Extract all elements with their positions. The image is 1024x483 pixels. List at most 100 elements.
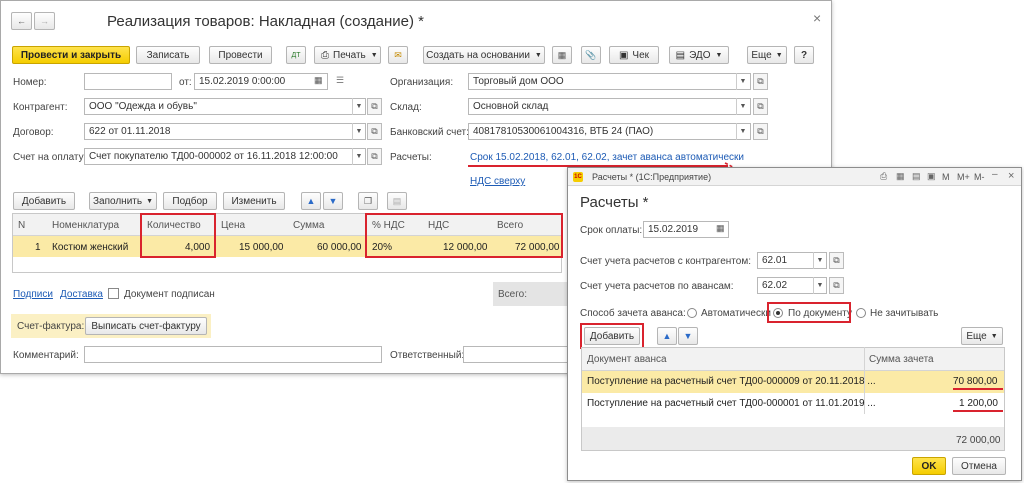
comment-label: Комментарий: — [13, 350, 79, 361]
settlements-label: Расчеты: — [390, 152, 432, 163]
change-button[interactable]: Изменить — [223, 192, 285, 210]
calendar-icon[interactable]: ▦ — [716, 223, 725, 234]
col-n: N — [18, 220, 26, 231]
by-document-highlight — [767, 302, 851, 323]
copy-icon[interactable]: ❐ — [358, 192, 378, 210]
chevron-down-icon: ▼ — [775, 51, 783, 59]
fill-button[interactable]: Заполнить ▼ — [89, 192, 157, 210]
post-button[interactable]: Провести — [209, 46, 272, 64]
cell-price: 15 000,00 — [239, 242, 284, 253]
forward-arrow-icon[interactable]: → — [34, 12, 55, 30]
more-button[interactable]: Еще ▼ — [747, 46, 787, 64]
create-based-on-button[interactable]: Создать на основании ▼ — [423, 46, 545, 64]
contract-field[interactable]: 622 от 01.11.2018 — [84, 123, 366, 140]
signatures-link[interactable]: Подписи — [13, 288, 53, 301]
issue-invoice-button[interactable]: Выписать счет-фактуру — [85, 317, 207, 335]
table-icon[interactable]: ▦ — [896, 171, 905, 182]
vat-link[interactable]: НДС сверху — [470, 175, 525, 188]
cancel-button[interactable]: Отмена — [952, 457, 1006, 475]
settlements-link[interactable]: Срок 15.02.2018, 62.01, 62.02, зачет ава… — [470, 151, 744, 164]
save-button[interactable]: Записать — [136, 46, 200, 64]
close-icon[interactable]: × — [1008, 170, 1014, 182]
date-field[interactable]: 15.02.2019 0:00:00 — [194, 73, 328, 90]
memory-m-button[interactable]: M — [942, 172, 950, 182]
paste-icon[interactable]: ▤ — [387, 192, 407, 210]
chevron-down-icon[interactable]: ▼ — [736, 123, 749, 140]
cell-doc-2: Поступление на расчетный счет ТД00-00000… — [587, 398, 876, 409]
dialog-more-button[interactable]: Еще ▼ — [961, 327, 1003, 345]
cell-sum-1: 70 800,00 — [953, 376, 998, 387]
col-advance-doc: Документ аванса — [587, 354, 667, 365]
ok-button[interactable]: OK — [912, 457, 946, 475]
open-icon[interactable]: ⧉ — [753, 73, 768, 90]
move-up-icon[interactable]: ▲ — [657, 327, 677, 345]
memory-mminus-button[interactable]: M- — [974, 172, 985, 182]
doc-signed-checkbox[interactable] — [108, 288, 119, 299]
open-icon[interactable]: ⧉ — [753, 98, 768, 115]
cell-n: 1 — [35, 242, 41, 253]
chevron-down-icon[interactable]: ▼ — [736, 98, 749, 115]
page-title: Реализация товаров: Накладная (создание)… — [107, 13, 424, 30]
calendar-icon[interactable]: ▦ — [314, 75, 323, 86]
back-arrow-icon[interactable]: ← — [11, 12, 32, 30]
calendar-icon[interactable]: ▤ — [912, 171, 921, 182]
move-up-icon[interactable]: ▲ — [301, 192, 321, 210]
chevron-down-icon[interactable]: ▼ — [736, 73, 749, 90]
print-icon[interactable]: ⎙ — [880, 171, 887, 182]
calculator-icon[interactable]: ▣ — [927, 171, 936, 182]
comment-field[interactable] — [84, 346, 382, 363]
paperclip-icon[interactable]: 📎 — [581, 46, 601, 64]
warehouse-label: Склад: — [390, 102, 422, 113]
open-icon[interactable]: ⧉ — [367, 148, 382, 165]
doc-signed-label: Документ подписан — [124, 289, 215, 300]
receipt-button[interactable]: ▣ Чек — [609, 46, 659, 64]
dt-kt-icon[interactable]: ДТ — [286, 46, 306, 64]
radio-no-offset[interactable] — [856, 308, 866, 318]
add-row-button[interactable]: Добавить — [13, 192, 75, 210]
radio-automatic-label: Автоматически — [701, 308, 771, 319]
chevron-down-icon[interactable]: ▼ — [352, 98, 365, 115]
bank-account-field[interactable]: 40817810530061004316, ВТБ 24 (ПАО) — [468, 123, 751, 140]
open-icon[interactable]: ⧉ — [367, 123, 382, 140]
responsible-field[interactable] — [463, 346, 569, 363]
dialog-window-title: Расчеты * (1С:Предприятие) — [592, 172, 712, 182]
edo-icon: ▤ — [675, 49, 686, 61]
chevron-down-icon[interactable]: ▼ — [352, 148, 365, 165]
open-icon[interactable]: ⧉ — [753, 123, 768, 140]
counterparty-field[interactable]: ООО "Одежда и обувь" — [84, 98, 366, 115]
post-and-close-button[interactable]: Провести и закрыть — [12, 46, 130, 64]
invoice-field[interactable]: Счет покупателю ТД00-000002 от 16.11.201… — [84, 148, 366, 165]
counterparty-label: Контрагент: — [13, 102, 68, 113]
help-button[interactable]: ? — [794, 46, 814, 64]
settlements-dialog: 1С Расчеты * (1С:Предприятие) ⎙ ▦ ▤ ▣ M … — [567, 167, 1022, 481]
move-down-icon[interactable]: ▼ — [323, 192, 343, 210]
delivery-link[interactable]: Доставка — [60, 288, 103, 301]
open-icon[interactable]: ⧉ — [829, 252, 844, 269]
counterparty-account-label: Счет учета расчетов с контрагентом: — [580, 256, 751, 267]
structure-icon[interactable]: ▦ — [552, 46, 572, 64]
print-button[interactable]: ⎙ Печать ▼ — [314, 46, 381, 64]
chevron-down-icon[interactable]: ▼ — [813, 252, 826, 269]
table-footer — [582, 427, 1004, 450]
memory-mplus-button[interactable]: M+ — [957, 172, 970, 182]
move-down-icon[interactable]: ▼ — [678, 327, 698, 345]
radio-automatic[interactable] — [687, 308, 697, 318]
close-icon[interactable]: × — [813, 10, 821, 26]
cell-sum-2: 1 200,00 — [959, 398, 998, 409]
edo-button[interactable]: ▤ ЭДО ▼ — [669, 46, 729, 64]
chevron-down-icon[interactable]: ▼ — [813, 277, 826, 294]
open-icon[interactable]: ⧉ — [829, 277, 844, 294]
organization-field[interactable]: Торговый дом ООО — [468, 73, 751, 90]
minimize-icon[interactable]: – — [992, 169, 998, 180]
number-field[interactable] — [84, 73, 172, 90]
envelope-icon[interactable]: ✉ — [388, 46, 408, 64]
responsible-label: Ответственный: — [390, 350, 465, 361]
select-button[interactable]: Подбор — [163, 192, 217, 210]
printer-icon: ⎙ — [321, 49, 329, 61]
organization-label: Организация: — [390, 77, 454, 88]
history-icon[interactable]: ☰ — [336, 75, 344, 86]
sum-2-underline — [953, 410, 1003, 412]
warehouse-field[interactable]: Основной склад — [468, 98, 751, 115]
chevron-down-icon[interactable]: ▼ — [352, 123, 365, 140]
open-icon[interactable]: ⧉ — [367, 98, 382, 115]
